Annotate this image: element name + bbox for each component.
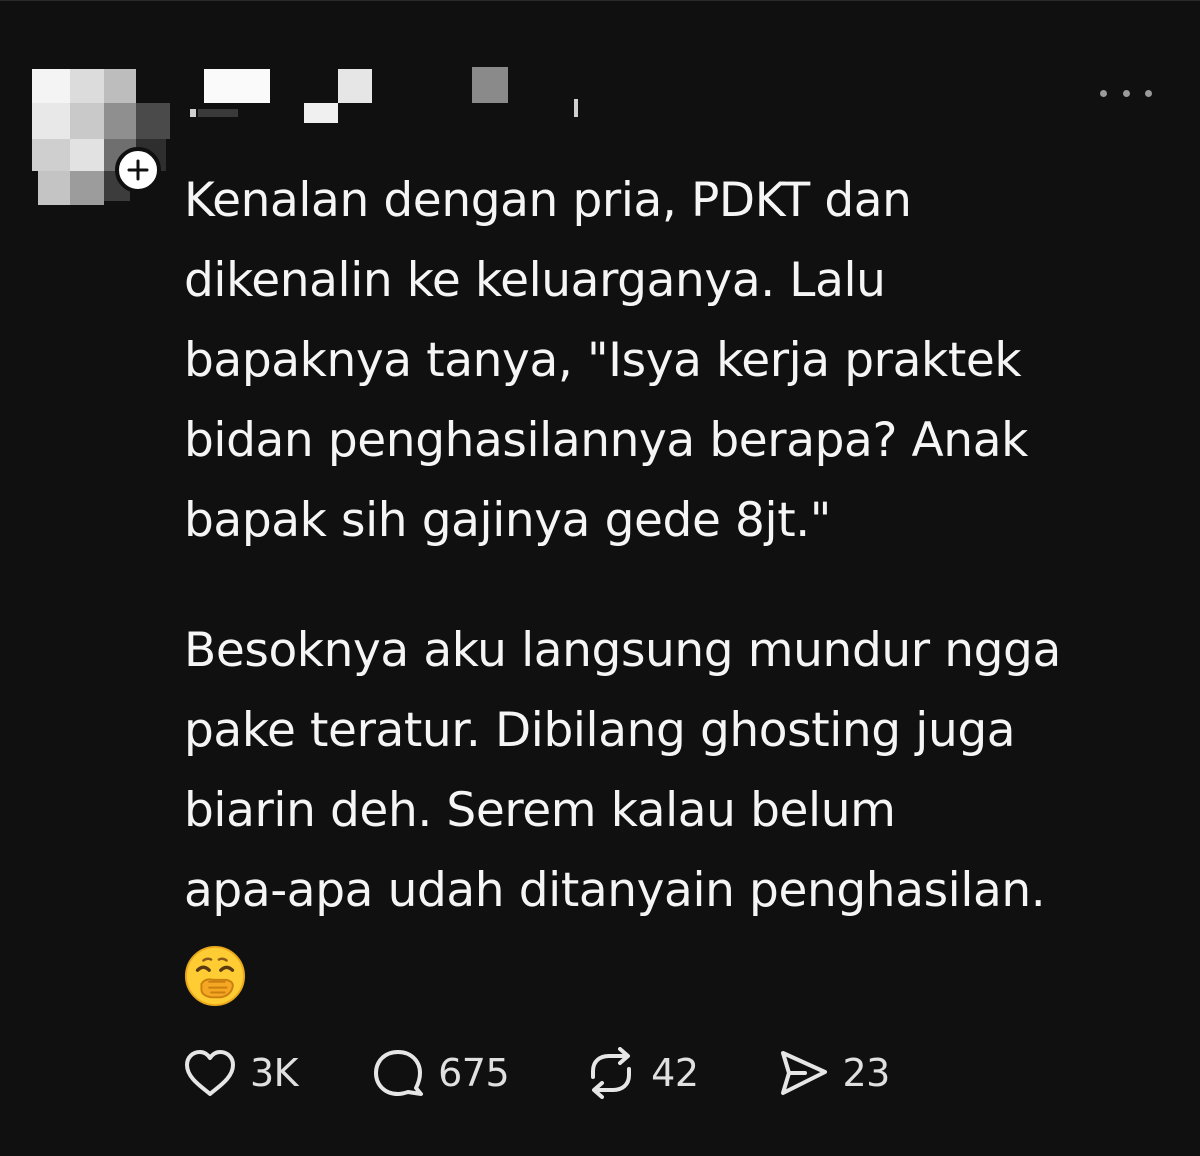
like-count: 3K (250, 1051, 299, 1095)
post-actions: 3K 675 42 23 (182, 1041, 890, 1105)
post-emoji-line (184, 931, 1174, 1011)
repost-count: 42 (651, 1051, 699, 1095)
more-dots-icon (1100, 89, 1107, 97)
like-button[interactable]: 3K (182, 1047, 299, 1099)
username-redacted[interactable] (190, 65, 610, 125)
repost-arrows-icon (591, 1047, 632, 1099)
post-paragraph: Besoknya aku langsung mundur ngga pake t… (184, 623, 1061, 918)
post-paragraph: Kenalan dengan pria, PDKT dan dikenalin … (184, 173, 1028, 548)
plus-icon (127, 159, 149, 181)
share-count: 23 (842, 1051, 891, 1095)
follow-button[interactable] (115, 147, 161, 193)
more-options-button[interactable] (1100, 79, 1152, 107)
post-card: Kenalan dengan pria, PDKT dan dikenalin … (0, 0, 1200, 1156)
post-text: Kenalan dengan pria, PDKT dan dikenalin … (184, 161, 1174, 1011)
share-button[interactable]: 23 (775, 1047, 890, 1099)
send-icon (780, 1051, 827, 1095)
face-with-hand-over-mouth-icon (184, 945, 246, 1006)
speech-bubble-icon (374, 1050, 424, 1096)
repost-button[interactable]: 42 (583, 1047, 699, 1099)
heart-icon (185, 1050, 235, 1096)
reply-count: 675 (438, 1051, 510, 1095)
reply-button[interactable]: 675 (370, 1047, 510, 1099)
